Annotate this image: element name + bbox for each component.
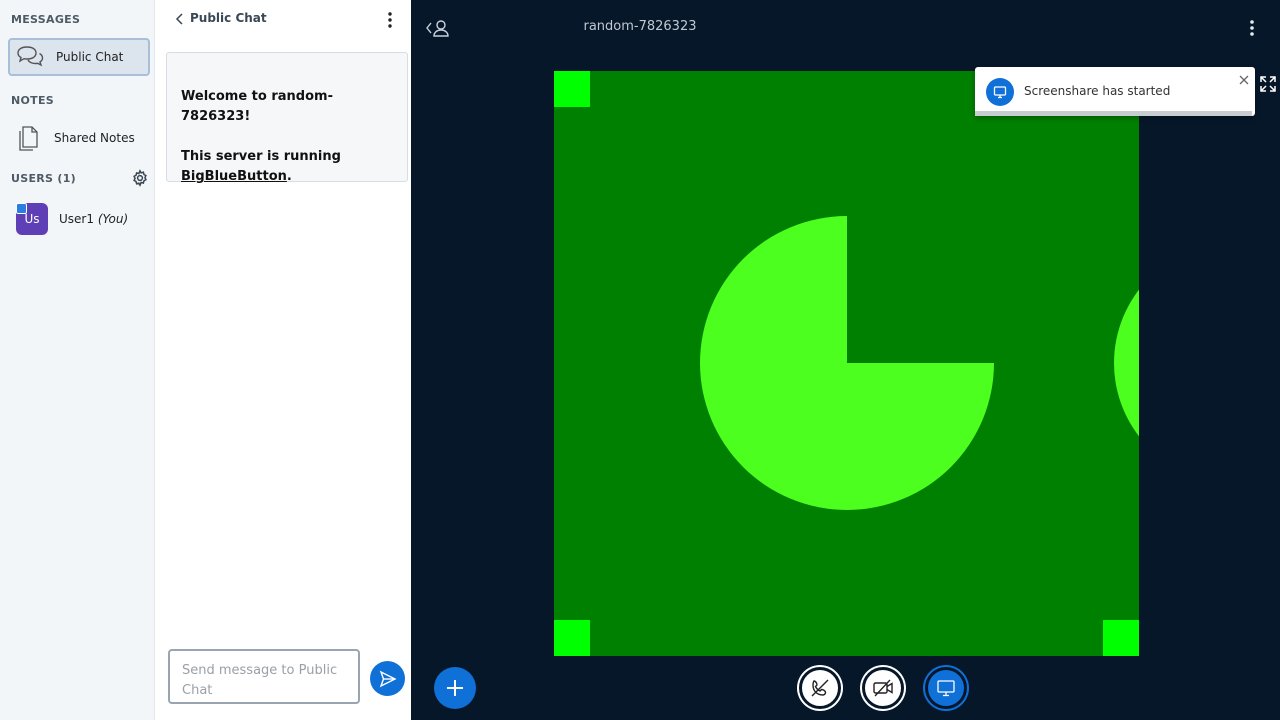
user-you-suffix: (You): [97, 212, 129, 226]
options-kebab-icon[interactable]: [1245, 17, 1259, 39]
presenter-badge-icon: [16, 203, 27, 214]
welcome-suffix: !: [244, 109, 251, 124]
welcome-line: Welcome to random-7826323!: [181, 87, 393, 127]
avatar: Us: [16, 203, 48, 235]
camera-toggle-button[interactable]: [862, 667, 904, 709]
public-chat-label: Public Chat: [56, 50, 124, 64]
toast-progress-bar: [975, 111, 1253, 116]
avatar-initials: Us: [24, 212, 40, 226]
video-off-icon: [873, 679, 893, 697]
sidebar-item-shared-notes[interactable]: Shared Notes: [8, 119, 150, 157]
sidebar-item-public-chat[interactable]: Public Chat: [8, 38, 150, 76]
screenshare-toast: Screenshare has started: [975, 67, 1255, 116]
screenshare-video: [554, 71, 1139, 656]
welcome-message: Welcome to random-7826323! This server i…: [166, 52, 408, 184]
chat-panel: Public Chat Welcome to random-7826323! T…: [155, 0, 411, 720]
desktop-icon: [986, 78, 1014, 106]
actions-plus-button[interactable]: [434, 667, 476, 709]
fullscreen-icon[interactable]: [1258, 74, 1278, 94]
chat-message-input[interactable]: Send message to Public Chat: [168, 649, 360, 704]
users-section-title: USERS (1): [11, 172, 76, 185]
audio-phone-button[interactable]: [799, 667, 841, 709]
send-icon: [379, 670, 397, 687]
meeting-title: random-7826323: [0, 19, 1280, 34]
welcome-prefix: Welcome to: [181, 89, 272, 104]
user-list-panel: MESSAGES Public Chat NOTES Shared Notes …: [0, 0, 155, 720]
screenshare-content-image: [554, 71, 1139, 656]
screenshare-toggle-button[interactable]: [925, 667, 967, 709]
desktop-share-icon: [937, 680, 955, 697]
shared-notes-label: Shared Notes: [54, 131, 135, 145]
product-line: BigBlueButton.: [181, 167, 393, 187]
send-message-button[interactable]: [370, 661, 405, 696]
plus-icon: [447, 680, 463, 696]
notes-pages-icon: [14, 124, 42, 152]
meeting-title-text: random-7826323: [583, 19, 697, 34]
toast-message: Screenshare has started: [1024, 84, 1171, 98]
user-name-text: User1: [59, 212, 94, 226]
gear-icon[interactable]: [131, 169, 149, 187]
close-icon[interactable]: [1237, 72, 1251, 86]
bigbluebutton-link[interactable]: BigBlueButton: [181, 169, 287, 184]
product-period: .: [286, 169, 292, 184]
phone-off-icon: [811, 679, 829, 697]
chat-bubbles-icon: [16, 43, 44, 71]
user-list-item[interactable]: Us User1 (You): [16, 203, 151, 235]
notes-section-title: NOTES: [11, 94, 54, 107]
server-line: This server is running: [181, 149, 341, 164]
user-name: User1 (You): [59, 212, 128, 226]
